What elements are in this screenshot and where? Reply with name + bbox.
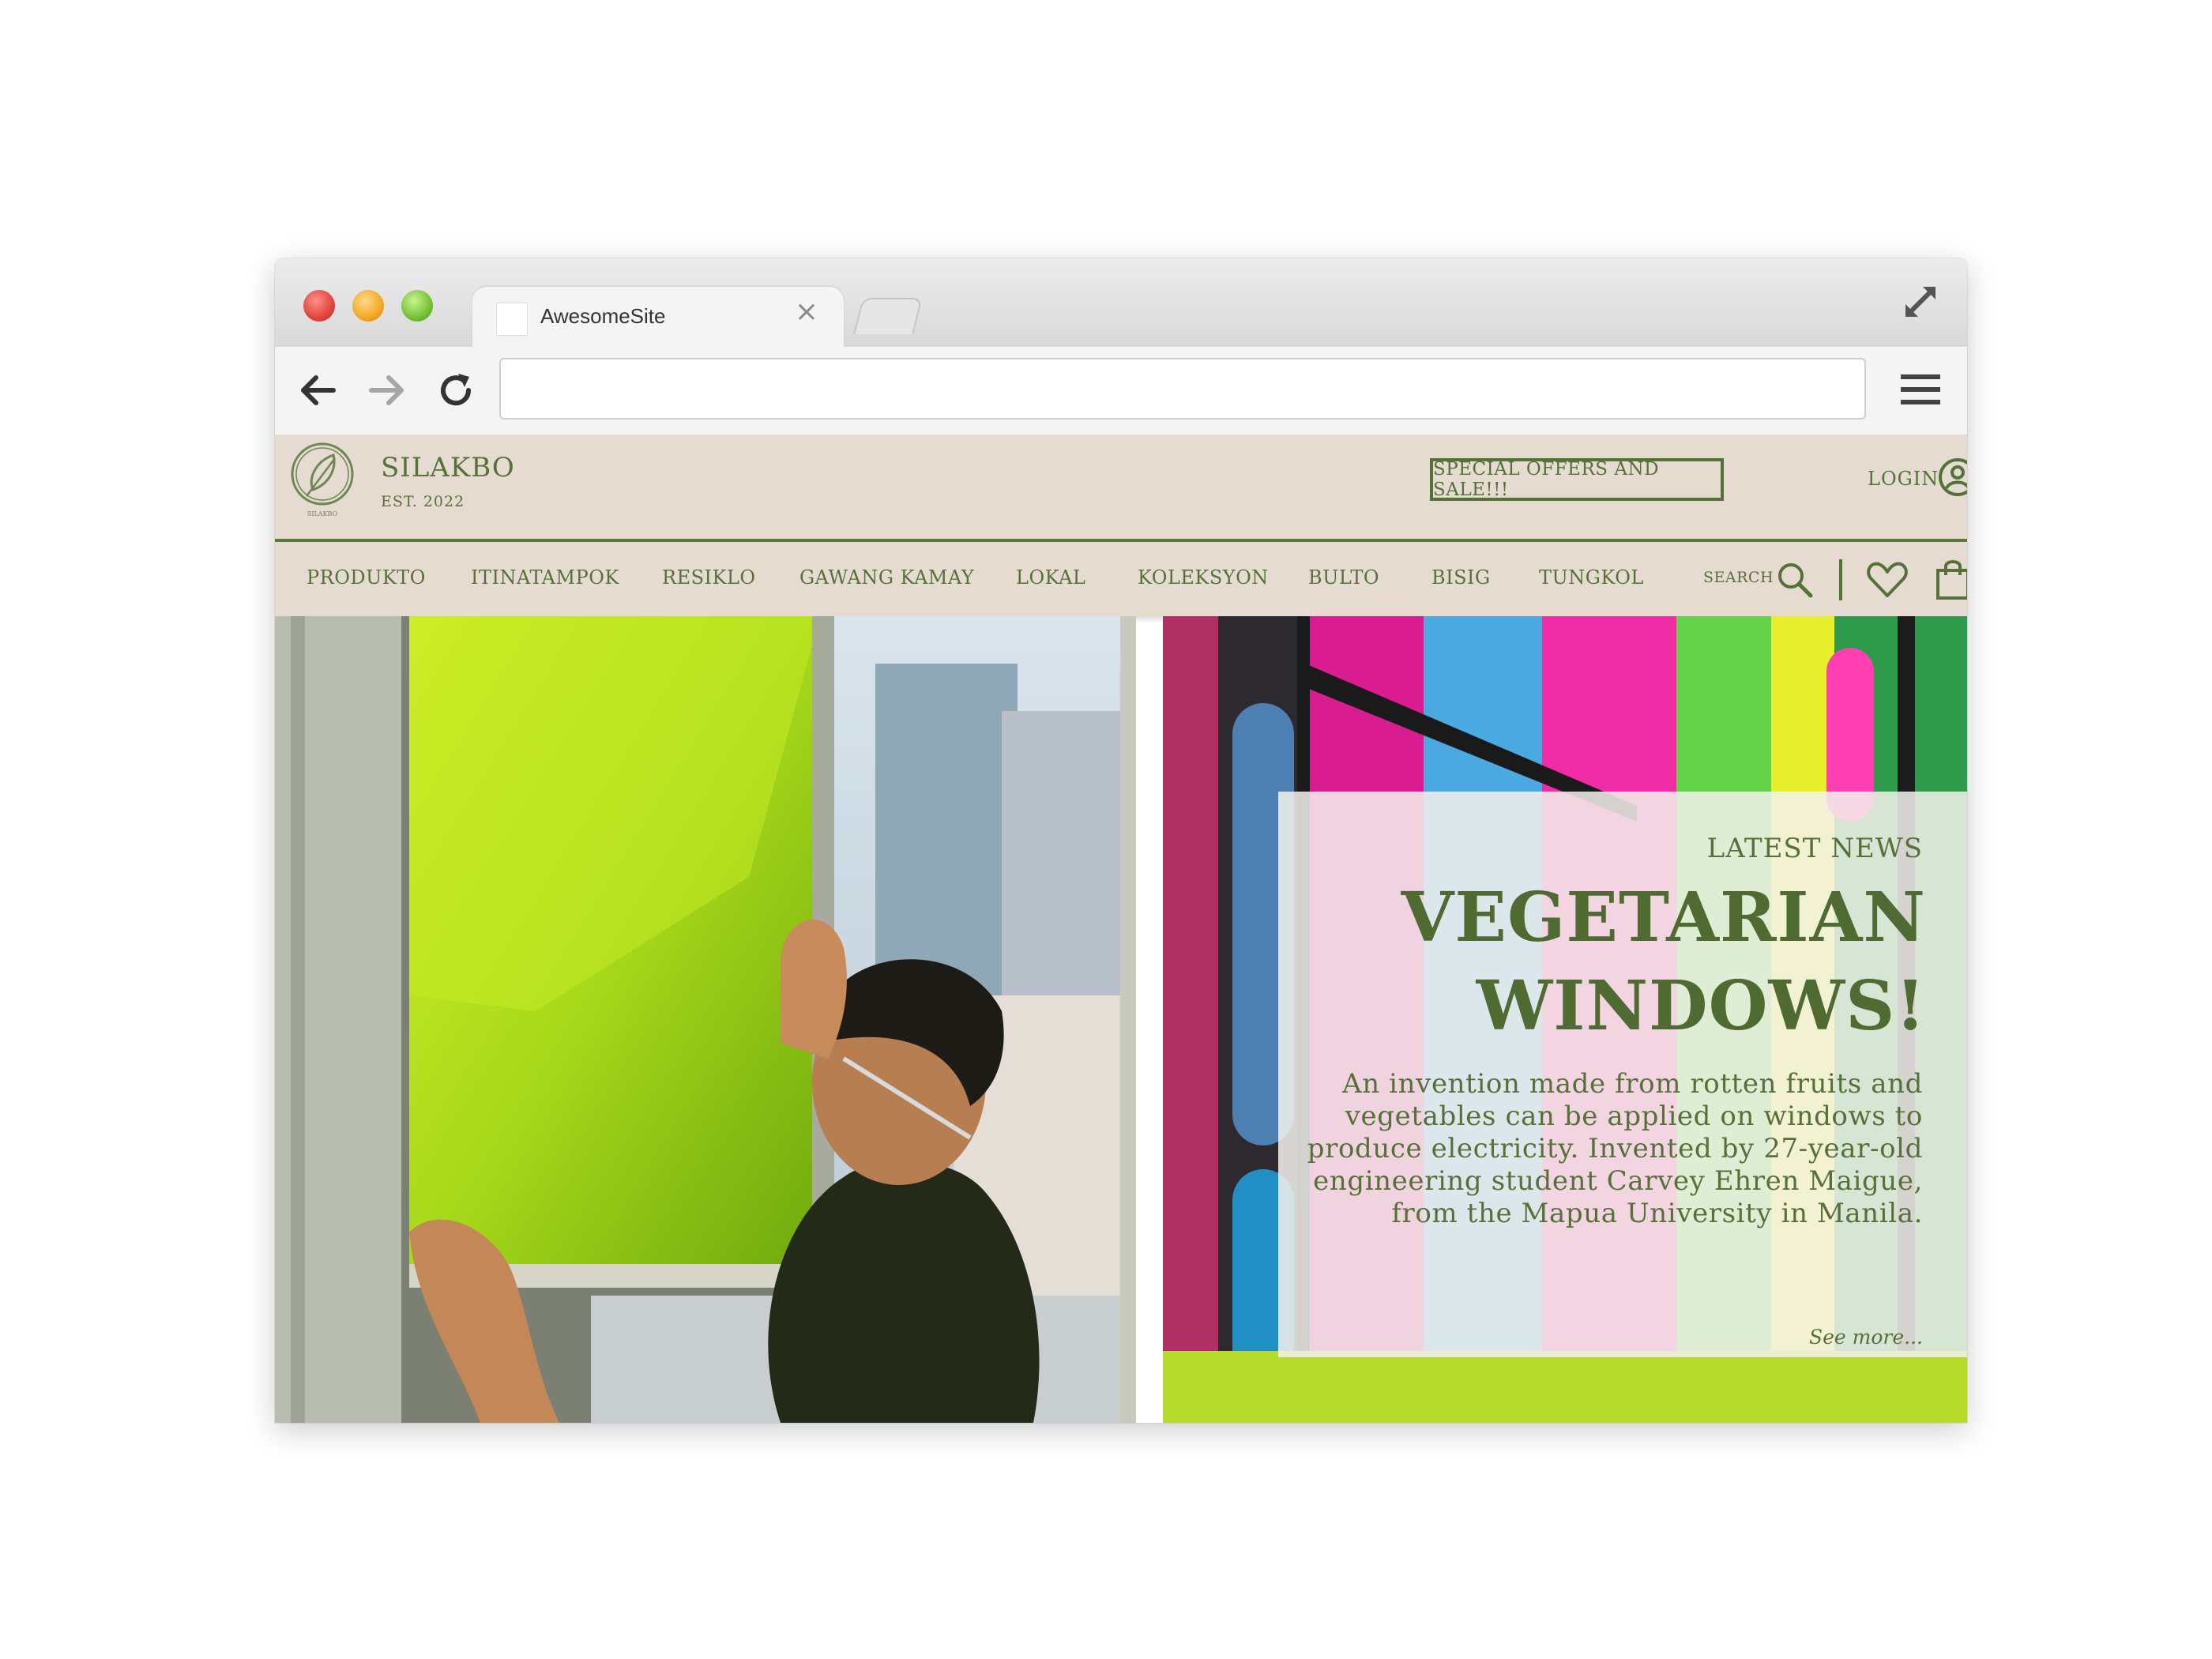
browser-window: AwesomeSite × SILAKBO SILAKBO EST. 2022 … (275, 258, 1967, 1423)
nav-divider (1839, 559, 1842, 600)
address-bar[interactable] (499, 358, 1866, 419)
nav-item-bulto[interactable]: BULTO (1308, 566, 1379, 589)
browser-toolbar (275, 347, 1967, 435)
news-headline-line-2: WINDOWS! (1476, 966, 1926, 1046)
special-offers-button[interactable]: SPECIAL OFFERS AND SALE!!! (1430, 458, 1724, 501)
nav-item-lokal[interactable]: LOKAL (1016, 566, 1085, 589)
nav-item-bisig[interactable]: BISIG (1431, 566, 1491, 589)
main-nav: PRODUKTO ITINATAMPOK RESIKLO GAWANG KAMA… (275, 542, 1967, 616)
news-headline-line-1: VEGETARIAN (1401, 878, 1926, 957)
nav-item-produkto[interactable]: PRODUKTO (307, 566, 426, 589)
fullscreen-icon[interactable] (1901, 282, 1940, 322)
nav-item-resiklo[interactable]: RESIKLO (662, 566, 756, 589)
logo-small-text: SILAKBO (307, 510, 338, 517)
silakbo-logo[interactable]: SILAKBO (289, 441, 356, 523)
forward-arrow-icon[interactable] (365, 369, 408, 412)
tab-title: AwesomeSite (540, 304, 666, 328)
nav-item-itinatampok[interactable]: ITINATAMPOK (471, 566, 619, 589)
hero-banner: LATEST NEWS VEGETARIAN WINDOWS! An inven… (275, 616, 1967, 1423)
browser-tab[interactable]: AwesomeSite × (472, 287, 844, 347)
login-link[interactable]: LOGIN (1868, 468, 1939, 490)
hamburger-menu-icon[interactable] (1901, 372, 1940, 407)
latest-news-label: LATEST NEWS (1706, 833, 1923, 864)
news-headline: VEGETARIAN WINDOWS! (1310, 874, 1926, 1051)
news-body-text: An invention made from rotten fruits and… (1307, 1068, 1923, 1229)
search-label[interactable]: SEARCH (1703, 569, 1774, 586)
heart-icon[interactable] (1866, 561, 1909, 599)
browser-titlebar: AwesomeSite × (275, 258, 1967, 347)
reload-icon[interactable] (434, 369, 477, 412)
nav-item-tungkol[interactable]: TUNGKOL (1539, 566, 1644, 589)
user-account-icon[interactable] (1937, 457, 1967, 498)
tab-close-icon[interactable]: × (795, 298, 818, 326)
brand-name[interactable]: SILAKBO (381, 452, 515, 483)
shopping-bag-icon[interactable] (1936, 558, 1967, 600)
see-more-link[interactable]: See more... (1809, 1326, 1923, 1349)
minimize-window-button[interactable] (352, 290, 384, 322)
hero-photo-green-window (275, 616, 1136, 1423)
close-window-button[interactable] (303, 290, 335, 322)
nav-item-koleksyon[interactable]: KOLEKSYON (1138, 566, 1269, 589)
nav-item-gawang-kamay[interactable]: GAWANG KAMAY (799, 566, 974, 589)
latest-news-card: LATEST NEWS VEGETARIAN WINDOWS! An inven… (1278, 792, 1967, 1357)
back-arrow-icon[interactable] (297, 369, 340, 412)
new-tab-button[interactable] (853, 298, 923, 334)
maximize-window-button[interactable] (401, 290, 433, 322)
established-text: EST. 2022 (381, 493, 465, 510)
site-header: SILAKBO SILAKBO EST. 2022 SPECIAL OFFERS… (275, 434, 1967, 542)
favicon-icon (496, 303, 528, 336)
search-icon[interactable] (1776, 561, 1814, 599)
